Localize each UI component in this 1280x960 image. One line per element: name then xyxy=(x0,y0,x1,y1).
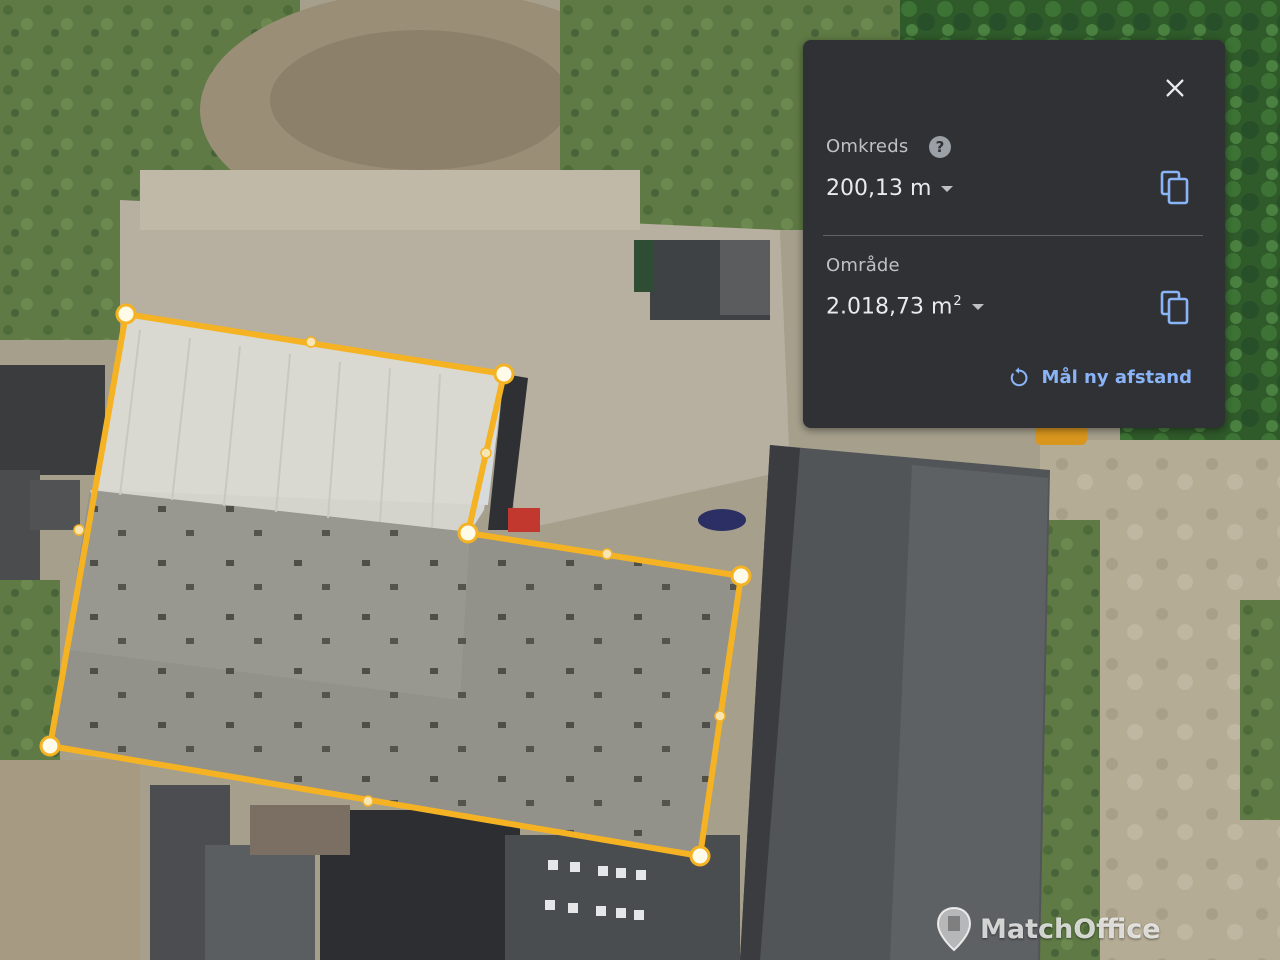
close-icon xyxy=(1166,79,1184,97)
area-unit-dropdown[interactable]: 2.018,73 m2 xyxy=(826,294,984,319)
restart-icon xyxy=(1010,367,1027,387)
copy-area-button[interactable] xyxy=(1159,290,1191,326)
divider xyxy=(823,235,1203,236)
measure-new-distance-label: Mål ny afstand xyxy=(1041,366,1192,388)
help-icon[interactable]: ? xyxy=(929,136,951,158)
perimeter-label: Omkreds xyxy=(826,136,909,157)
chevron-down-icon xyxy=(971,303,984,310)
matchoffice-watermark: MatchOffice xyxy=(936,906,1161,952)
area-label: Område xyxy=(826,255,900,276)
perimeter-value: 200,13 m xyxy=(826,176,932,201)
copy-icon xyxy=(1160,170,1189,205)
area-unit-superscript: 2 xyxy=(953,294,962,309)
perimeter-unit-dropdown[interactable]: 200,13 m xyxy=(826,176,954,201)
watermark-text: MatchOffice xyxy=(980,913,1161,945)
copy-icon xyxy=(1160,290,1189,325)
matchoffice-pin-icon xyxy=(936,906,972,952)
measure-new-distance-button[interactable]: Mål ny afstand xyxy=(1008,366,1192,388)
close-button[interactable] xyxy=(1159,72,1191,104)
chevron-down-icon xyxy=(941,185,954,192)
measure-distance-panel: Omkreds ? 200,13 m Område 2.018,73 m2 Må… xyxy=(803,40,1225,428)
copy-perimeter-button[interactable] xyxy=(1159,170,1191,206)
area-value: 2.018,73 m2 xyxy=(826,294,962,320)
